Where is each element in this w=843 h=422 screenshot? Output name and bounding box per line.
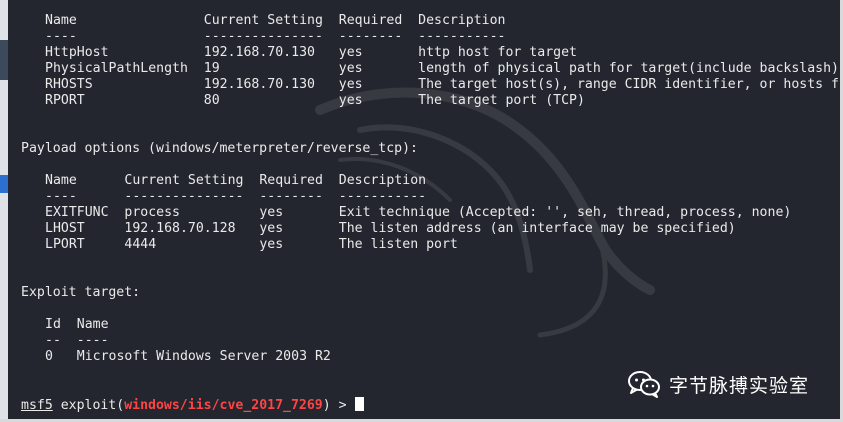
prompt-suffix: ) > xyxy=(322,398,355,413)
exploit-target-separator: -- ---- xyxy=(45,333,109,348)
wechat-icon xyxy=(628,371,660,398)
msf-prompt-label: msf5 xyxy=(21,398,53,413)
module-options-separator: ---- --------------- -------- ----------… xyxy=(45,29,506,44)
payload-options-title: Payload options (windows/meterpreter/rev… xyxy=(21,141,418,156)
exploit-target-title: Exploit target: xyxy=(21,285,141,300)
text-cursor[interactable] xyxy=(354,397,364,411)
terminal-window[interactable]: Name Current Setting Required Descriptio… xyxy=(0,0,843,422)
exploit-target-header: Id Name xyxy=(45,317,109,332)
payload-options-header: Name Current Setting Required Descriptio… xyxy=(45,173,427,188)
payload-option-row: LPORT 4444 yes The listen port xyxy=(45,237,458,252)
payload-option-row: EXITFUNC process yes Exit technique (Acc… xyxy=(45,205,792,220)
desktop-window-fragment xyxy=(0,175,8,193)
payload-option-row: LHOST 192.168.70.128 yes The listen addr… xyxy=(45,221,736,236)
command-prompt[interactable]: msf5 exploit(windows/iis/cve_2017_7269) … xyxy=(21,397,364,414)
prompt-exploit-text: exploit( xyxy=(52,398,125,413)
desktop-left-edge xyxy=(0,0,8,422)
module-option-row: RPORT 80 yes The target port (TCP) xyxy=(45,93,585,108)
payload-options-separator: ---- --------------- -------- ----------… xyxy=(45,189,427,204)
exploit-target-row: 0 Microsoft Windows Server 2003 R2 xyxy=(45,349,331,364)
prompt-module-name: windows/iis/cve_2017_7269 xyxy=(124,398,323,413)
watermark: 字节脉搏实验室 xyxy=(627,369,809,399)
module-option-row: RHOSTS 192.168.70.130 yes The target hos… xyxy=(45,77,839,92)
module-option-row: PhysicalPathLength 19 yes length of phys… xyxy=(45,61,839,76)
desktop-window-fragment xyxy=(0,40,8,80)
module-options-header: Name Current Setting Required Descriptio… xyxy=(45,13,506,28)
module-option-row: HttpHost 192.168.70.130 yes http host fo… xyxy=(45,45,577,60)
watermark-text: 字节脉搏实验室 xyxy=(669,374,810,397)
